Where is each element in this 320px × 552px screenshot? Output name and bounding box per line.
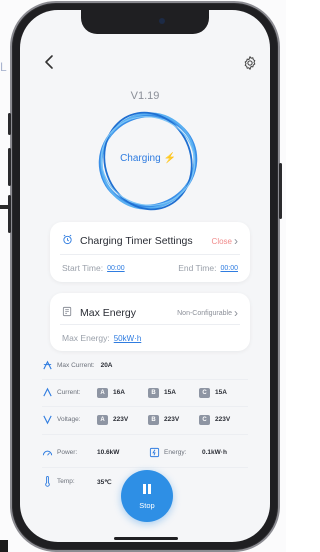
stop-button-label: Stop [139, 501, 155, 510]
back-arrow-icon[interactable] [42, 54, 58, 70]
gear-icon[interactable] [242, 55, 258, 71]
phase-c-badge: C [199, 414, 210, 425]
voltage-row: Voltage: A 223V B 223V C 223V [42, 414, 248, 425]
lightning-icon: ⚡ [163, 153, 176, 164]
firmware-version: V1.19 [130, 90, 160, 102]
current-label: Current: [57, 389, 81, 396]
max-energy-label: Max Energy: [62, 333, 110, 343]
energy-meter-icon [62, 304, 76, 322]
charging-status-label: Charging [120, 153, 161, 164]
power-value: 10.6kW [97, 449, 120, 456]
phase-a-badge: A [97, 414, 108, 425]
max-energy-value[interactable]: 50kW·h [114, 334, 142, 343]
energy-battery-icon [149, 447, 160, 458]
phone-side-button [8, 195, 11, 233]
phone-side-button [8, 148, 11, 186]
chevron-right-icon: › [234, 306, 238, 320]
power-gauge-icon [42, 447, 53, 458]
max-energy-header[interactable]: Max Energy Non-Configurable › [62, 304, 238, 322]
phase-c-badge: C [199, 387, 210, 398]
current-row: Current: A 16A B 15A C 15A [42, 387, 248, 398]
metrics-divider [42, 434, 248, 435]
card-divider [60, 254, 240, 255]
power-label: Power: [57, 449, 78, 456]
alarm-clock-icon [62, 232, 76, 250]
max-current-icon [42, 360, 53, 371]
start-time-label: Start Time: [62, 263, 104, 273]
voltage-phase-a-value: 223V [113, 416, 129, 423]
current-phase-b-value: 15A [164, 389, 176, 396]
app-screen: V1.19 Charging ⚡ Charging Timer Settings… [20, 10, 270, 542]
max-energy-title: Max Energy [80, 307, 137, 319]
current-phase-c-value: 15A [215, 389, 227, 396]
timer-times: Start Time: 00:00 End Time: 00:00 [62, 263, 238, 273]
power-energy-row: Power: 10.6kW Energy: 0.1kW·h [42, 447, 248, 458]
energy-value: 0.1kW·h [202, 449, 227, 456]
voltage-phase-c-value: 223V [215, 416, 231, 423]
charging-timer-header[interactable]: Charging Timer Settings Close › [62, 232, 238, 250]
temp-value: 35℃ [97, 478, 112, 486]
timer-status: Close [211, 236, 232, 246]
metrics-divider [42, 467, 248, 468]
metrics-divider [42, 379, 248, 380]
chevron-right-icon: › [234, 234, 238, 248]
max-energy-status: Non-Configurable [177, 309, 232, 317]
max-energy-row: Max Energy: 50kW·h [62, 333, 238, 343]
max-energy-card[interactable]: Max Energy Non-Configurable › Max Energy… [50, 293, 250, 351]
charging-timer-card[interactable]: Charging Timer Settings Close › Start Ti… [50, 222, 250, 282]
charging-timer-title: Charging Timer Settings [80, 235, 193, 247]
current-phase-a-value: 16A [113, 389, 125, 396]
home-indicator [114, 537, 178, 540]
phase-b-badge: B [148, 414, 159, 425]
phone-side-button [279, 163, 282, 219]
voltage-label: Voltage: [57, 416, 81, 423]
phase-b-badge: B [148, 387, 159, 398]
card-divider [60, 324, 240, 325]
background-rule [0, 540, 8, 552]
phone-notch [81, 10, 209, 34]
max-current-row: Max Current: 20A [42, 360, 248, 371]
metrics-divider [42, 406, 248, 407]
voltage-phase-b-value: 223V [164, 416, 180, 423]
charging-status: Charging ⚡ [93, 153, 203, 164]
start-time-value[interactable]: 00:00 [107, 265, 125, 272]
camera-dot [159, 18, 165, 24]
max-current-value: 20A [100, 362, 113, 369]
end-time-value[interactable]: 00:00 [220, 265, 238, 272]
phone-side-button [8, 113, 11, 135]
phase-a-badge: A [97, 387, 108, 398]
thermometer-icon [42, 476, 53, 487]
max-current-label: Max Current: [57, 362, 95, 369]
energy-label: Energy: [164, 449, 187, 456]
temp-label: Temp: [57, 478, 75, 485]
pause-icon [143, 484, 151, 496]
end-time-label: End Time: [178, 263, 217, 273]
current-icon [42, 387, 53, 398]
voltage-icon [42, 414, 53, 425]
stop-button[interactable]: Stop [121, 470, 173, 522]
